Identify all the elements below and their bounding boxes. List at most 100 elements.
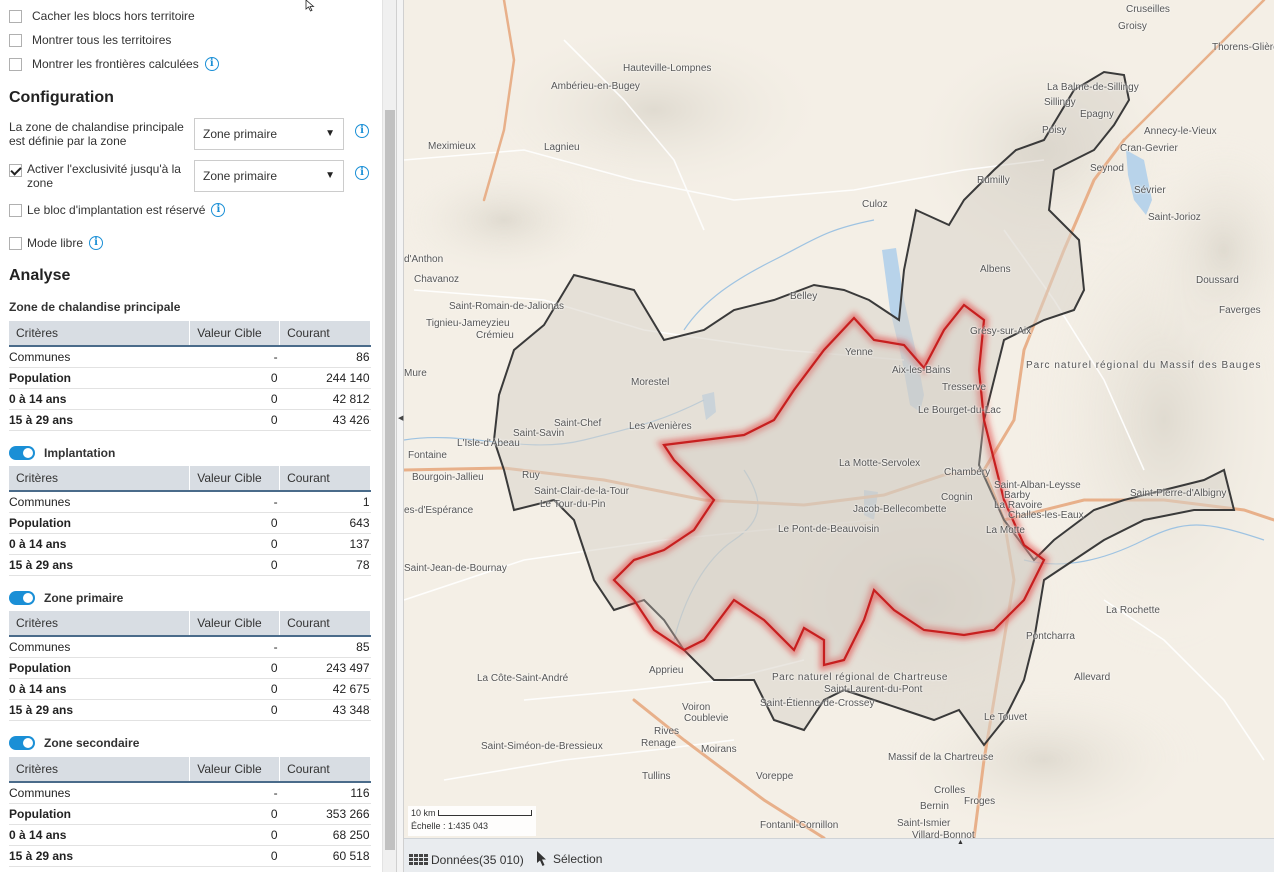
place-label: La Motte (986, 525, 1025, 536)
map-view[interactable]: Cruseilles Groisy Thorens-Glières Hautev… (404, 0, 1274, 838)
place-label: Belley (790, 291, 818, 302)
scale-bar (438, 810, 532, 816)
place-label: Lagnieu (544, 142, 580, 153)
info-icon[interactable]: i (211, 203, 226, 217)
analysis-panel: Cacher les blocs hors territoire Montrer… (0, 0, 382, 872)
exclusivity-select-value: Zone primaire (203, 169, 278, 183)
show-territories-option[interactable]: Montrer tous les territoires (9, 33, 171, 47)
secondary-zone-toggle-row[interactable]: Zone secondaire (9, 736, 139, 750)
table-row: Communes -85 (9, 636, 371, 658)
header-target[interactable]: Valeur Cible (189, 466, 281, 492)
header-target[interactable]: Valeur Cible (189, 757, 281, 783)
show-borders-checkbox[interactable] (9, 57, 22, 71)
panel-splitter[interactable]: ◀ (396, 0, 404, 872)
panel-scrollbar[interactable] (382, 0, 396, 872)
place-label: Froges (964, 796, 996, 807)
header-criteria[interactable]: Critères (9, 321, 191, 347)
table-row: Population 0 643 (9, 512, 371, 534)
place-label: Voiron (682, 702, 711, 713)
place-label: Mure (404, 368, 427, 379)
place-label: Saint-Clair-de-la-Tour (534, 486, 630, 497)
show-borders-option[interactable]: Montrer les frontières calculées i (9, 57, 219, 71)
hide-blocks-option[interactable]: Cacher les blocs hors territoire (9, 9, 195, 23)
primary-zone-label: Zone primaire (44, 591, 124, 605)
header-target[interactable]: Valeur Cible (189, 611, 281, 637)
exclusivity-checkbox[interactable] (9, 164, 22, 177)
primary-zone-toggle[interactable] (9, 591, 35, 605)
implantation-toggle-row[interactable]: Implantation (9, 446, 115, 460)
primary-zone-table: Critères Valeur Cible Courant Communes -8… (9, 611, 371, 721)
table-row: Communes -86 (9, 346, 371, 368)
pointer-icon (537, 851, 546, 866)
implantation-toggle[interactable] (9, 446, 35, 460)
place-label: Villard-Bonnot (912, 830, 975, 838)
configuration-title: Configuration (9, 89, 114, 106)
place-label: Saint-Ismier (897, 818, 951, 829)
primary-zone-toggle-row[interactable]: Zone primaire (9, 591, 123, 605)
place-label: Voreppe (756, 771, 794, 782)
header-current[interactable]: Courant (279, 321, 371, 347)
place-label: Tresserve (942, 382, 987, 393)
place-label: Renage (641, 738, 677, 749)
info-icon[interactable]: i (204, 57, 219, 71)
place-label: Annecy-le-Vieux (1144, 126, 1217, 137)
zone-select[interactable]: Zone primaire ▼ (194, 118, 344, 150)
place-label: Allevard (1074, 672, 1111, 683)
free-mode-option[interactable]: Mode libre i (9, 236, 104, 250)
place-label: Saint-Savin (513, 428, 565, 439)
info-icon[interactable]: i (355, 166, 369, 180)
table-row: Communes -1 (9, 491, 371, 513)
header-target[interactable]: Valeur Cible (189, 321, 281, 347)
place-label: Parc naturel régional de Chartreuse (772, 672, 948, 683)
header-criteria[interactable]: Critères (9, 466, 191, 492)
table-row: Population 0 244 140 (9, 367, 371, 389)
scale-label: 10 km (411, 808, 436, 818)
scrollbar-thumb[interactable] (385, 110, 395, 850)
place-label: Bernin (920, 801, 949, 812)
selection-button[interactable]: Sélection (536, 851, 602, 867)
place-label: Saint-Siméon-de-Bressieux (481, 741, 603, 752)
place-label: Sévrier (1134, 185, 1166, 196)
exclusivity-select[interactable]: Zone primaire ▼ (194, 160, 344, 192)
dropdown-arrow-icon: ▼ (325, 128, 335, 139)
place-label: Cruseilles (1126, 4, 1170, 15)
bottom-toolbar: ▲ Données(35 010) Sélection (404, 838, 1274, 872)
show-borders-label: Montrer les frontières calculées (32, 57, 199, 71)
header-current[interactable]: Courant (279, 757, 371, 783)
data-button[interactable]: Données(35 010) (409, 853, 524, 867)
place-label: Albens (980, 264, 1011, 275)
info-icon[interactable]: i (355, 124, 369, 138)
secondary-zone-toggle[interactable] (9, 736, 35, 750)
header-current[interactable]: Courant (279, 611, 371, 637)
exclusivity-option[interactable] (9, 162, 27, 177)
place-label: Pontcharra (1026, 631, 1075, 642)
main-zone-table: Critères Valeur Cible Courant Communes -8… (9, 321, 371, 431)
table-row: 0 à 14 ans 0 42 675 (9, 678, 371, 700)
table-row: Population 0 353 266 (9, 803, 371, 825)
place-label: Crolles (934, 785, 966, 796)
free-mode-checkbox[interactable] (9, 236, 22, 250)
table-row: 15 à 29 ans 0 60 518 (9, 845, 371, 867)
hide-blocks-checkbox[interactable] (9, 9, 22, 23)
reserved-option[interactable]: Le bloc d'implantation est réservé i (9, 203, 226, 217)
table-row: 15 à 29 ans 0 78 (9, 554, 371, 576)
place-label: La Côte-Saint-André (477, 673, 569, 684)
header-criteria[interactable]: Critères (9, 757, 191, 783)
header-current[interactable]: Courant (279, 466, 371, 492)
header-criteria[interactable]: Critères (9, 611, 191, 637)
place-label: L'Isle-d'Abeau (457, 438, 520, 449)
place-label: Morestel (631, 377, 670, 388)
collapse-arrow-icon[interactable]: ◀ (398, 414, 403, 422)
place-label: La Rochette (1106, 605, 1160, 616)
place-label: Faverges (1219, 305, 1261, 316)
expand-arrow-icon[interactable]: ▲ (957, 839, 964, 846)
place-label: Cran-Gevrier (1120, 143, 1178, 154)
place-label: Saint-Pierre-d'Albigny (1130, 488, 1227, 499)
place-label: Saint-Jean-de-Bournay (404, 563, 507, 574)
place-label: Coublevie (684, 713, 729, 724)
reserved-checkbox[interactable] (9, 203, 22, 217)
place-label: Le Tour-du-Pin (540, 499, 606, 510)
show-territories-checkbox[interactable] (9, 33, 22, 47)
place-label: Les Avenières (629, 421, 692, 432)
info-icon[interactable]: i (89, 236, 104, 250)
